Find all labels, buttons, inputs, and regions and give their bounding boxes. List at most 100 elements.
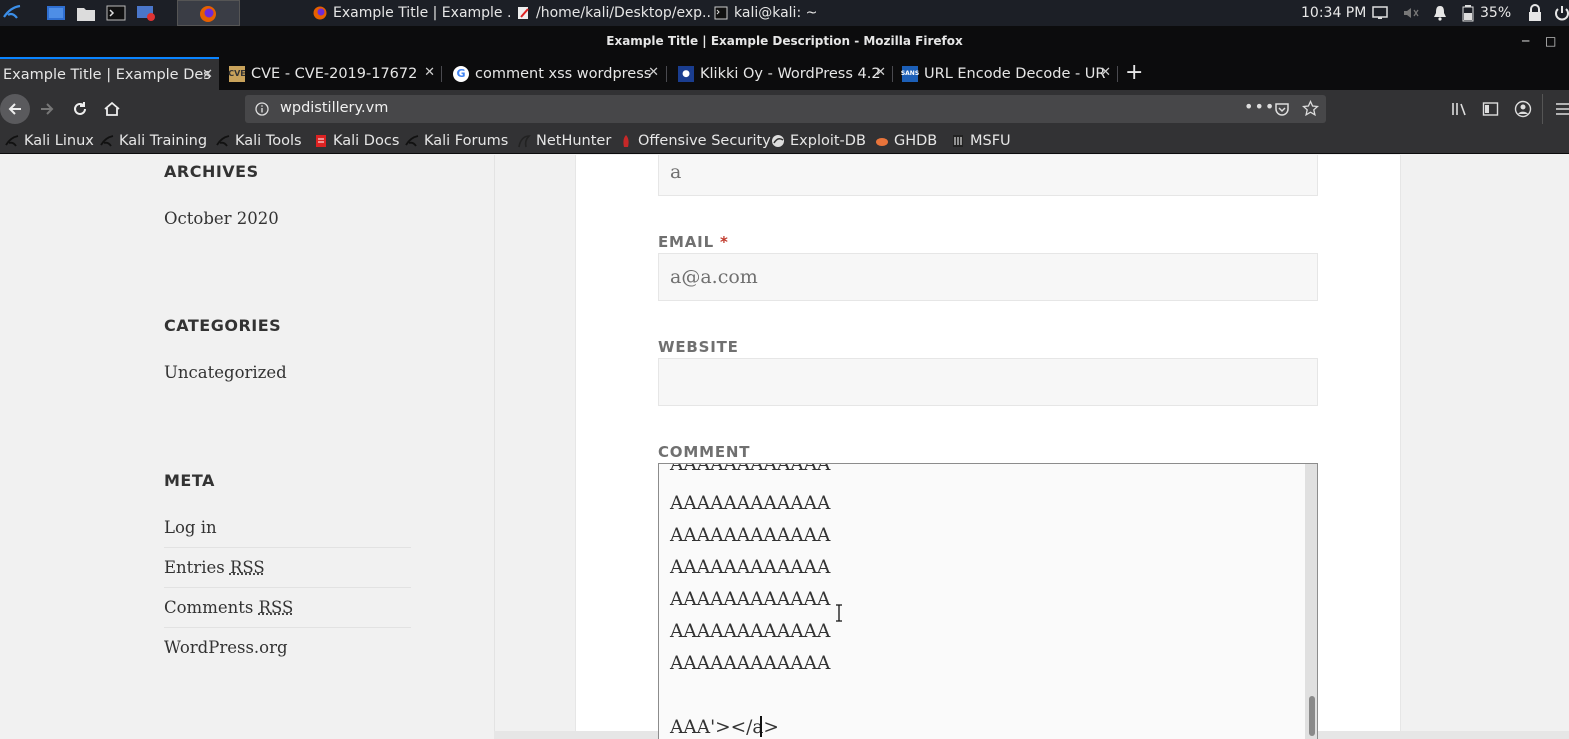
bookmark-kali-forums[interactable]: Kali Forums [405,128,508,154]
tab-label: URL Encode Decode - UR [924,65,1106,82]
taskbar-window-terminal[interactable]: kali@kali: ~ [714,0,864,26]
new-tab-plus-icon[interactable]: + [1125,60,1143,85]
display-icon[interactable] [1372,5,1388,21]
meta-separator [164,587,411,588]
close-tab-icon[interactable]: ✕ [1100,65,1111,80]
page-actions-icon[interactable]: ••• [1244,97,1275,116]
page-content: ARCHIVES October 2020 CATEGORIES Uncateg… [0,155,1569,739]
screen-recorder-icon[interactable] [136,4,156,22]
back-button[interactable] [0,94,30,124]
bookmark-kali-training[interactable]: Kali Training [100,128,207,154]
meta-link-comments-rss[interactable]: Comments RSS [164,598,293,617]
taskbar-window-firefox[interactable]: Example Title | Example ... [313,0,511,26]
required-mark: * [719,233,729,251]
bookmark-label: Exploit-DB [790,133,866,149]
account-icon[interactable] [1514,100,1532,118]
terminal-icon [714,6,728,20]
categories-title: CATEGORIES [164,316,282,335]
rss-abbr: RSS [229,558,265,577]
category-link-uncategorized[interactable]: Uncategorized [164,363,287,382]
minimize-icon[interactable]: ─ [1522,26,1529,57]
tab-klikki[interactable]: ● Klikki Oy - WordPress 4.2 ✕ [668,57,892,90]
comment-textarea[interactable]: AAAAAAAAAAAA AAAAAAAAAAAA AAAAAAAAAAAA A… [658,463,1318,739]
firefox-icon [313,6,327,20]
tab-example-title[interactable]: Example Title | Example Des ✕ [0,57,219,90]
tab-label: Example Title | Example Des [3,66,211,83]
text-caret [760,716,762,737]
show-desktop-icon[interactable] [46,4,66,22]
bookmark-kali-linux[interactable]: Kali Linux [5,128,94,154]
meta-separator [164,627,411,628]
battery-icon[interactable] [1462,4,1474,22]
msfu-icon [953,135,963,147]
nethunter-icon [518,135,531,148]
kali-menu-icon[interactable] [2,3,22,23]
bookmark-nethunter[interactable]: NetHunter [517,128,611,154]
sidebar-toggle-icon[interactable] [1482,101,1499,117]
info-icon[interactable] [255,102,269,116]
text-editor-icon [518,7,529,19]
library-icon[interactable] [1451,101,1468,117]
close-tab-icon[interactable]: ✕ [202,67,213,82]
bookmark-label: Offensive Security [638,133,771,149]
bookmark-msfu[interactable]: MSFU [951,128,1011,154]
exploitdb-icon [772,135,784,147]
desktop-taskbar: Example Title | Example ... /home/kali/D… [0,0,1569,26]
comment-scrollbar-thumb[interactable] [1309,696,1315,736]
bookmark-kali-tools[interactable]: Kali Tools [216,128,302,154]
active-launcher[interactable] [177,0,240,26]
window-title: Example Title | Example Description - Mo… [606,34,963,48]
close-tab-icon[interactable]: ✕ [424,65,435,80]
name-field[interactable]: a [658,155,1318,196]
offsec-icon [623,135,629,147]
meta-title: META [164,471,215,490]
close-tab-icon[interactable]: ✕ [648,65,659,80]
meta-link-wordpress-org[interactable]: WordPress.org [164,638,288,657]
comment-label: COMMENT [658,443,751,461]
kali-docs-icon [316,135,326,147]
meta-link-login[interactable]: Log in [164,518,217,537]
email-field[interactable]: a@a.com [658,253,1318,301]
maximize-icon[interactable]: □ [1545,26,1556,57]
tab-label: CVE - CVE-2019-17672 [251,65,418,82]
pocket-icon[interactable] [1274,101,1290,117]
window-titlebar: Example Title | Example Description - Mo… [0,26,1569,57]
reload-button[interactable] [70,100,90,118]
tab-google-search[interactable]: G comment xss wordpress ✕ [443,57,665,90]
bookmark-kali-docs[interactable]: Kali Docs [314,128,399,154]
bookmark-star-icon[interactable] [1302,100,1319,117]
arrow-left-icon [8,103,21,115]
meta-link-label: Comments [164,598,254,617]
power-icon[interactable] [1555,4,1569,22]
email-label-text: EMAIL [658,233,714,251]
taskbar-window-title: kali@kali: ~ [734,5,818,21]
comment-scrollbar[interactable] [1305,464,1317,739]
home-button[interactable] [102,100,122,118]
bookmark-ghdb[interactable]: GHDB [875,128,937,154]
close-tab-icon[interactable]: ✕ [875,65,886,80]
clock[interactable]: 10:34 PM [1301,0,1366,26]
bookmark-label: Kali Forums [424,133,509,149]
kali-icon [5,135,19,147]
bookmark-exploit-db[interactable]: Exploit-DB [771,128,866,154]
website-field[interactable] [658,358,1318,406]
forward-button[interactable] [37,100,57,118]
tab-strip: Example Title | Example Des ✕ CVE CVE - … [0,57,1569,90]
bookmark-offensive-security[interactable]: Offensive Security [619,128,771,154]
url-text[interactable]: wpdistillery.vm [280,100,388,116]
meta-link-entries-rss[interactable]: Entries RSS [164,558,265,577]
volume-muted-icon[interactable] [1402,5,1420,21]
toolbar-divider [1542,94,1543,124]
file-manager-icon[interactable] [76,4,96,22]
taskbar-window-editor[interactable]: /home/kali/Desktop/exp.... [516,0,712,26]
url-bar[interactable]: wpdistillery.vm ••• [245,95,1326,123]
tab-cve[interactable]: CVE CVE - CVE-2019-17672 ✕ [219,57,441,90]
tab-url-encode[interactable]: SANS URL Encode Decode - UR ✕ [894,57,1117,90]
terminal-icon[interactable] [106,4,126,22]
lock-screen-icon[interactable] [1527,4,1543,22]
archive-link-october-2020[interactable]: October 2020 [164,209,279,228]
archives-title: ARCHIVES [164,162,259,181]
hamburger-menu-icon[interactable] [1556,102,1569,116]
bookmark-label: MSFU [970,133,1011,149]
notification-bell-icon[interactable] [1432,4,1448,22]
